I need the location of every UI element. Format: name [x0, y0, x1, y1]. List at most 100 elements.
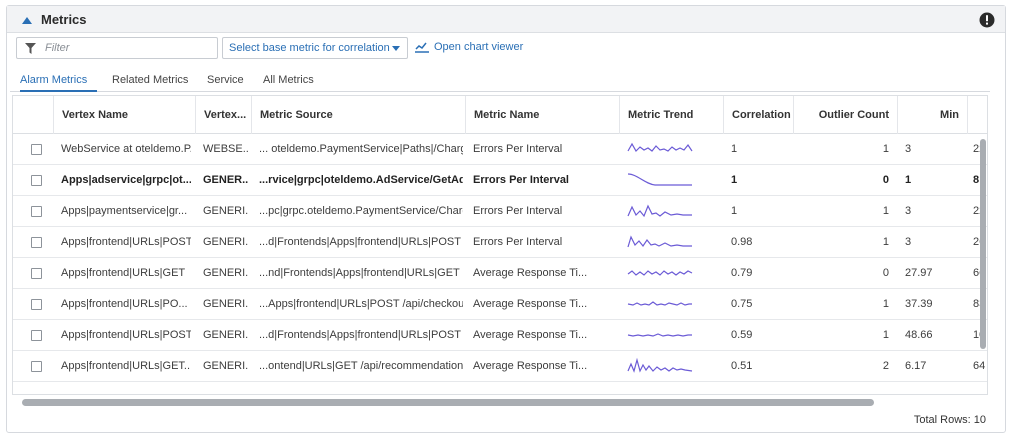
- metric-trend-sparkline: [627, 173, 692, 186]
- header-metric-name[interactable]: Metric Name: [465, 96, 619, 134]
- tab-all-metrics[interactable]: All Metrics: [263, 74, 314, 92]
- table-row[interactable]: Apps|paymentservice|gr... GENERI... ...pc|…: [13, 196, 987, 227]
- table-row[interactable]: Apps|frontend|URLs|PO... GENERI... ...Apps…: [13, 289, 987, 320]
- metric-trend-sparkline: [627, 333, 692, 337]
- cell-correlation: 0.75: [731, 298, 753, 310]
- cell-outlier-count: 1: [882, 298, 889, 310]
- cell-outlier-count: 1: [882, 143, 889, 155]
- cell-vertex-type: GENERI...: [203, 360, 249, 372]
- filter-field[interactable]: [16, 37, 218, 59]
- metric-trend-sparkline: [627, 301, 692, 306]
- header-metric-source[interactable]: Metric Source: [251, 96, 465, 134]
- cell-metric-source: ...pc|grpc.oteldemo.PaymentService/Charg…: [259, 205, 463, 217]
- base-metric-select-label: Select base metric for correlation: [229, 42, 390, 54]
- cell-min: 3: [905, 143, 912, 155]
- cell-vertex-name: Apps|frontend|URLs|GET: [61, 267, 186, 279]
- row-checkbox[interactable]: [31, 268, 42, 279]
- row-checkbox[interactable]: [31, 144, 42, 155]
- line-chart-icon: [415, 42, 429, 53]
- cell-metric-source: ...Apps|frontend|URLs|POST /api/checkout: [259, 298, 463, 310]
- header-correlation[interactable]: Correlation: [723, 96, 793, 134]
- row-checkbox[interactable]: [31, 237, 42, 248]
- table-row[interactable]: Apps|frontend|URLs|POST GENERI... ...d|Fro…: [13, 227, 987, 258]
- cell-metric-source: ...ontend|URLs|GET /api/recommendations: [259, 360, 463, 372]
- cell-vertex-type: GENER...: [203, 174, 249, 186]
- cell-vertex-name: Apps|paymentservice|gr...: [61, 205, 188, 217]
- header-outlier-count[interactable]: Outlier Count: [793, 96, 897, 134]
- cell-correlation: 0.98: [731, 236, 753, 248]
- cell-correlation: 0.51: [731, 360, 753, 372]
- filter-input[interactable]: [45, 40, 213, 56]
- header-min[interactable]: Min: [897, 96, 967, 134]
- cell-vertex-type: GENERI...: [203, 267, 249, 279]
- row-checkbox[interactable]: [31, 175, 42, 186]
- open-chart-viewer-label: Open chart viewer: [434, 41, 524, 53]
- cell-outlier-count: 1: [882, 236, 889, 248]
- tab-service[interactable]: Service: [207, 74, 244, 92]
- table-row[interactable]: WebService at oteldemo.P... WEBSE... ... o…: [13, 134, 987, 165]
- cell-correlation: 1: [731, 174, 738, 186]
- cell-vertex-name: Apps|frontend|URLs|POST: [61, 236, 191, 248]
- base-metric-select[interactable]: Select base metric for correlation: [222, 37, 408, 59]
- cell-metric-name: Errors Per Interval: [473, 143, 563, 155]
- row-checkbox[interactable]: [31, 299, 42, 310]
- header-metric-trend[interactable]: Metric Trend: [619, 96, 723, 134]
- cell-vertex-name: Apps|frontend|URLs|POST: [61, 329, 191, 341]
- table-row[interactable]: Apps|frontend|URLs|POST GENERI... ...d|Fro…: [13, 320, 987, 351]
- chevron-down-icon: [392, 46, 400, 51]
- cell-metric-name: Errors Per Interval: [473, 236, 563, 248]
- metric-tabs: Alarm Metrics Related Metrics Service Al…: [10, 70, 990, 92]
- horizontal-scrollbar-thumb[interactable]: [22, 399, 874, 406]
- table-row[interactable]: Apps|frontend|URLs|GET... GENERI... ...ont…: [13, 351, 987, 382]
- header-vertex-name[interactable]: Vertex Name: [53, 96, 195, 134]
- header-select-column: [13, 96, 53, 134]
- tab-alarm-metrics[interactable]: Alarm Metrics: [20, 74, 97, 92]
- row-checkbox[interactable]: [31, 361, 42, 372]
- metric-trend-sparkline: [627, 270, 693, 276]
- header-next-column: [967, 96, 987, 134]
- cell-outlier-count: 2: [882, 360, 889, 372]
- cell-vertex-name: Apps|frontend|URLs|GET...: [61, 360, 191, 372]
- total-rows: Total Rows: 10: [913, 414, 986, 426]
- tab-related-metrics[interactable]: Related Metrics: [112, 74, 188, 92]
- cell-metric-name: Average Response Ti...: [473, 360, 588, 372]
- cell-vertex-type: WEBSE...: [203, 143, 249, 155]
- cell-min: 3: [905, 205, 912, 217]
- cell-outlier-count: 1: [882, 329, 889, 341]
- table-header: Vertex Name Vertex... Metric Source Metr…: [13, 96, 987, 134]
- header-vertex-type[interactable]: Vertex...: [195, 96, 251, 134]
- cell-correlation: 0.79: [731, 267, 753, 279]
- metric-trend-sparkline: [627, 357, 693, 373]
- cell-vertex-name: Apps|adservice|grpc|ot...: [61, 174, 191, 186]
- panel-header[interactable]: Metrics: [7, 6, 1005, 33]
- cell-vertex-type: GENERI...: [203, 205, 249, 217]
- cell-outlier-count: 1: [882, 205, 889, 217]
- cell-min: 37.39: [905, 298, 933, 310]
- collapse-triangle-icon[interactable]: [21, 15, 33, 25]
- cell-metric-name: Average Response Ti...: [473, 267, 588, 279]
- cell-min: 48.66: [905, 329, 933, 341]
- cell-correlation: 0.59: [731, 329, 753, 341]
- table-row-partial: [13, 390, 987, 394]
- table-row[interactable]: Apps|frontend|URLs|GET GENERI... ...nd|Fro…: [13, 258, 987, 289]
- table-row[interactable]: Apps|adservice|grpc|ot... GENER... ...rvic…: [13, 165, 987, 196]
- cell-outlier-count: 0: [882, 267, 889, 279]
- cell-correlation: 1: [731, 205, 738, 217]
- vertical-scrollbar-thumb[interactable]: [980, 139, 986, 349]
- cell-min: 3: [905, 236, 912, 248]
- info-circle-icon[interactable]: [979, 12, 995, 28]
- row-checkbox[interactable]: [31, 330, 42, 341]
- row-checkbox[interactable]: [31, 206, 42, 217]
- metric-trend-sparkline: [627, 235, 692, 248]
- cell-metric-source: ...rvice|grpc|oteldemo.AdService/GetAds: [259, 174, 463, 186]
- cell-correlation: 1: [731, 143, 738, 155]
- cell-vertex-type: GENERI...: [203, 298, 249, 310]
- cell-metric-name: Average Response Ti...: [473, 298, 588, 310]
- cell-outlier-count: 0: [882, 174, 889, 186]
- cell-metric-name: Average Response Ti...: [473, 329, 588, 341]
- cell-metric-source: ...d|Frontends|Apps|frontend|URLs|POST: [259, 329, 461, 341]
- cell-metric-name: Errors Per Interval: [473, 174, 569, 186]
- cell-min: 27.97: [905, 267, 933, 279]
- metric-trend-sparkline: [627, 204, 692, 218]
- cell-metric-name: Errors Per Interval: [473, 205, 563, 217]
